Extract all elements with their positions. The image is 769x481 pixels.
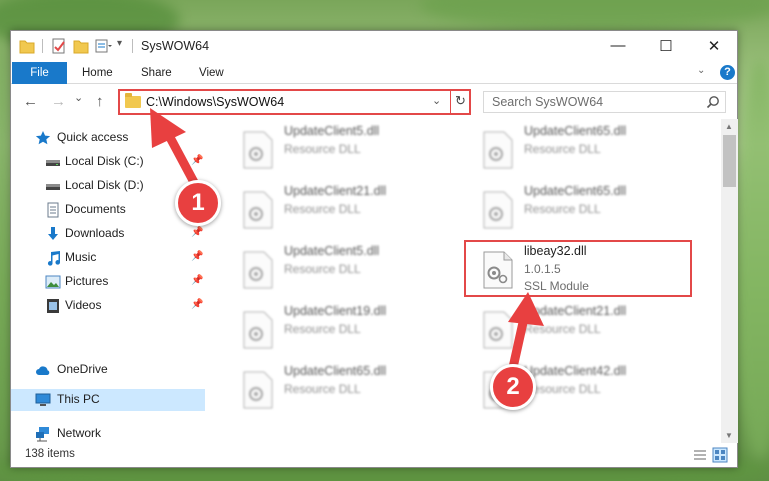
annotation-arrow-1 (150, 108, 201, 191)
annotation-arrows (150, 108, 544, 377)
annotation-arrow-2 (507, 292, 544, 377)
callout-2: 2 (490, 364, 536, 410)
callout-1: 1 (175, 180, 221, 226)
